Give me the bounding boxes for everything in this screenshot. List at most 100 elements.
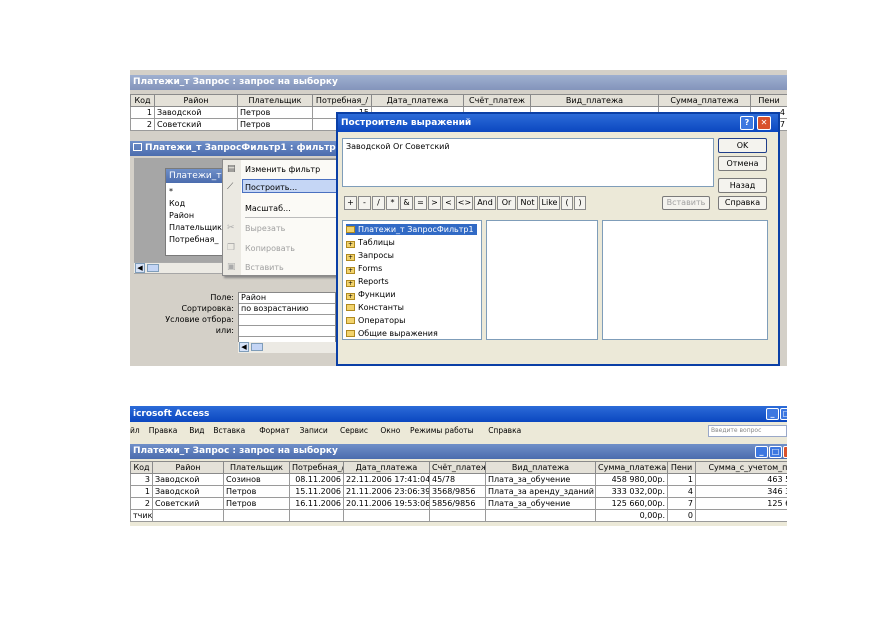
cancel-button[interactable]: Отмена (718, 156, 767, 171)
right-panel[interactable] (602, 220, 768, 340)
table-cell[interactable] (223, 509, 290, 522)
operator-button[interactable]: < (442, 196, 455, 210)
tree-item[interactable]: + Таблицы (346, 237, 395, 248)
operator-button[interactable]: <> (456, 196, 473, 210)
column-header[interactable]: Дата_платежа (371, 94, 464, 107)
column-header[interactable]: Пени (667, 461, 696, 474)
table-cell[interactable]: 463 569,8 (695, 473, 787, 486)
context-menu-item[interactable]: Вставить (245, 263, 284, 272)
help-button[interactable]: Справка (718, 196, 767, 210)
table-cell[interactable] (152, 509, 224, 522)
help-question-input[interactable]: Введите вопрос (708, 425, 787, 437)
table-cell[interactable]: Петров (237, 118, 313, 131)
table-cell[interactable]: 0 (667, 509, 696, 522)
table-cell[interactable]: 2 (130, 497, 153, 510)
scroll-left-icon[interactable]: ◀ (135, 263, 145, 273)
table-row[interactable]: 2 Советский Петров 16.11.2006 20.11.2006 19:… (130, 497, 787, 510)
middle-panel[interactable] (486, 220, 598, 340)
operator-button[interactable]: ) (574, 196, 586, 210)
column-header[interactable]: Сумма_с_учетом_пен (695, 461, 787, 474)
table-cell[interactable]: Петров (237, 106, 313, 119)
table-cell[interactable]: 20.11.2006 19:53:06 (343, 497, 430, 510)
table-cell[interactable]: 15.11.2006 (289, 485, 344, 498)
tree-item[interactable]: + Функции (346, 289, 396, 300)
operator-button[interactable]: And (474, 196, 496, 210)
operator-button[interactable]: & (400, 196, 413, 210)
menu-item[interactable]: Записи (300, 426, 328, 435)
operator-button[interactable]: * (386, 196, 399, 210)
table-cell[interactable] (429, 509, 486, 522)
table-cell[interactable]: Плата_за_обучение (485, 473, 596, 486)
column-header[interactable]: Сумма_платежа (595, 461, 668, 474)
operator-button[interactable]: Like (539, 196, 560, 210)
table-cell[interactable]: 1 (130, 485, 153, 498)
table-cell[interactable]: 16.11.2006 (289, 497, 344, 510)
column-header[interactable]: Район (152, 461, 224, 474)
qbe-cell[interactable] (239, 326, 335, 337)
table-cell[interactable]: 3 (130, 473, 153, 486)
column-header[interactable]: Пени (750, 94, 787, 107)
tree-item[interactable]: Общие выражения (346, 328, 438, 339)
column-header[interactable]: Счёт_платеж (463, 94, 531, 107)
table-cell[interactable]: 21.11.2006 23:06:39 (343, 485, 430, 498)
context-menu-item[interactable]: Копировать (245, 244, 295, 253)
menu-item[interactable]: Формат (259, 426, 289, 435)
column-header[interactable]: Код (130, 94, 155, 107)
table-cell[interactable]: 346 353,2 (695, 485, 787, 498)
operator-button[interactable]: - (358, 196, 371, 210)
menu-item[interactable]: Сервис (340, 426, 368, 435)
table-cell[interactable]: Заводской (152, 473, 224, 486)
table-cell[interactable] (485, 509, 596, 522)
menu-item[interactable]: йл (130, 426, 140, 435)
table-cell[interactable]: 333 032,00р. (595, 485, 668, 498)
table-cell[interactable]: Плата_за_обучение (485, 497, 596, 510)
qbe-cell[interactable]: Район (239, 293, 335, 304)
field-list-item[interactable]: Плательщик (169, 222, 224, 234)
table-row[interactable]: тчик) 0,00р.00,0 (130, 509, 787, 522)
column-header[interactable]: Дата_платежа (343, 461, 430, 474)
context-menu-item[interactable]: Вырезать (245, 224, 285, 233)
column-header[interactable]: Район (154, 94, 238, 107)
table-cell[interactable]: 1 (667, 473, 696, 486)
table-cell[interactable]: Заводской (154, 106, 238, 119)
operator-button[interactable]: + (344, 196, 357, 210)
column-header[interactable]: Вид_платежа (485, 461, 596, 474)
table-cell[interactable]: 2 (130, 118, 155, 131)
minimize-icon[interactable]: _ (755, 446, 768, 458)
operator-button[interactable]: / (372, 196, 385, 210)
menu-item[interactable]: Вставка (213, 426, 245, 435)
table-cell[interactable]: Плата_за аренду_зданий (485, 485, 596, 498)
operator-button[interactable]: Not (517, 196, 538, 210)
restore-icon[interactable]: □ (769, 446, 782, 458)
menu-item[interactable]: Справка (488, 426, 521, 435)
table-cell[interactable]: 5856/9856 (429, 497, 486, 510)
column-header[interactable]: Плательщик (237, 94, 313, 107)
column-header[interactable]: Код (130, 461, 153, 474)
scroll-thumb[interactable] (147, 264, 159, 272)
column-header[interactable]: Потребная_/ (312, 94, 372, 107)
table-cell[interactable]: 125 660,0 (695, 497, 787, 510)
table-cell[interactable] (343, 509, 430, 522)
field-list-item[interactable]: Код (169, 198, 224, 210)
column-header[interactable]: Плательщик (223, 461, 290, 474)
operator-button[interactable]: Or (497, 196, 516, 210)
context-menu-item[interactable]: Построить... (245, 183, 297, 192)
qbe-cell[interactable] (239, 315, 335, 326)
table-cell[interactable]: 0,0 (695, 509, 787, 522)
menu-item[interactable]: Правка (149, 426, 178, 435)
menu-item[interactable]: Режимы работы (410, 426, 474, 435)
close-icon[interactable]: ✕ (757, 116, 771, 130)
context-menu-item[interactable]: Масштаб... (245, 204, 291, 213)
table-cell[interactable]: тчик) (130, 509, 153, 522)
maximize-icon[interactable]: □ (780, 408, 787, 420)
context-menu-item[interactable]: Изменить фильтр (245, 165, 320, 174)
table-cell[interactable]: 45/78 (429, 473, 486, 486)
tree-item[interactable]: Операторы (346, 315, 405, 326)
table-cell[interactable]: 0,00р. (595, 509, 668, 522)
table-cell[interactable]: Созинов (223, 473, 290, 486)
table-cell[interactable]: Советский (152, 497, 224, 510)
menu-item[interactable]: Вид (189, 426, 204, 435)
help-icon[interactable]: ? (740, 116, 754, 130)
field-list-item[interactable]: Район (169, 210, 224, 222)
expression-textbox[interactable]: Заводской Or Советский (342, 138, 714, 187)
